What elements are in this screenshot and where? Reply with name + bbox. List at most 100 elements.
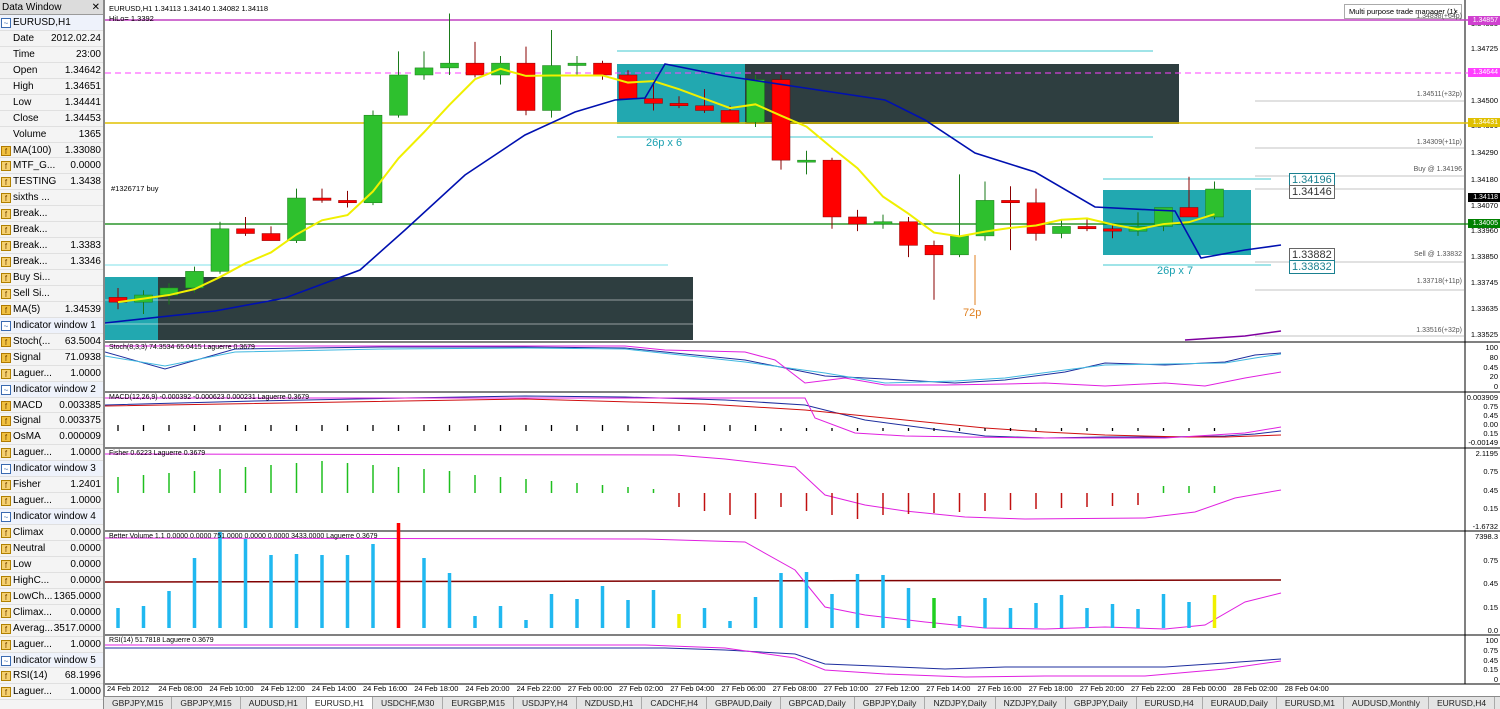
row-name: Sell Si...: [13, 287, 50, 299]
row-name: High: [13, 80, 34, 92]
candle-body: [695, 105, 714, 111]
row-name: Indicator window 1: [13, 319, 96, 331]
chart-tab[interactable]: NZDJPY,Daily: [925, 697, 996, 709]
row-value: 1.3383: [70, 240, 101, 252]
chart-tab[interactable]: AUDUSD,H1: [241, 697, 307, 709]
pane-axis-tick: 0: [1493, 382, 1498, 391]
custom-indicator-icon: f: [1, 687, 11, 698]
function-icon: f: [1, 416, 11, 427]
data-window-row: Volume 1365: [0, 127, 103, 143]
data-window-row: f Break...: [0, 206, 103, 223]
pane-axis-tick: 0.75: [1483, 467, 1498, 477]
chart-tab[interactable]: GBPJPY,Daily: [855, 697, 926, 709]
chart-tab[interactable]: EURUSD,H1: [306, 697, 373, 709]
row-value: 0.0000: [70, 606, 101, 618]
candle-body: [440, 62, 459, 69]
data-window-row: Time 23:00: [0, 47, 103, 63]
chart-tab[interactable]: EURGBP,M15: [443, 697, 515, 709]
candle-body: [414, 67, 434, 76]
candle-body: [567, 62, 587, 66]
row-value: 2012.02.24: [50, 32, 101, 44]
time-axis-tick: 27 Feb 22:00: [1131, 684, 1176, 693]
time-axis-tick: 27 Feb 00:00: [567, 684, 612, 693]
row-name: HighC...: [13, 574, 50, 586]
row-value: 63.5004: [64, 335, 101, 347]
custom-indicator-icon: f: [1, 241, 11, 252]
pane-axis-tick: 0.45: [1483, 411, 1498, 420]
row-name: Fisher: [13, 479, 41, 491]
chart-tab[interactable]: USDJPY,H4: [514, 697, 577, 709]
custom-indicator-icon: f: [1, 623, 11, 634]
candle-body: [746, 79, 765, 123]
candle-body: [261, 233, 281, 241]
row-name: Indicator window 5: [13, 654, 96, 666]
data-window-row: f OsMA 0.000009: [0, 429, 103, 446]
data-window-row: f Fisher 1.2401: [0, 477, 103, 494]
candle-body: [1205, 188, 1224, 218]
custom-indicator-icon: f: [1, 193, 11, 204]
data-window-row: f LowCh... 1365.0000: [0, 589, 103, 605]
chart-tab[interactable]: NZDJPY,Daily: [996, 697, 1066, 709]
pane-axis-tick: 0.45: [1483, 655, 1498, 665]
level-label: 1.33516(+32p): [1416, 327, 1462, 334]
box-1-label: 26p x 6: [646, 137, 683, 149]
time-axis-tick: 28 Feb 04:00: [1284, 684, 1329, 693]
chart-tab[interactable]: GBPJPY,M15: [104, 697, 173, 709]
pane-label: Fisher 0.6223 Laguerre 0.3679: [109, 450, 206, 457]
candle-body: [1077, 226, 1097, 230]
chart-tab[interactable]: GBPJPY,M15: [172, 697, 241, 709]
row-value: 0.003375: [59, 415, 101, 427]
row-name: EURUSD,H1: [13, 17, 71, 28]
row-value: 1.34642: [64, 64, 101, 76]
chart-tab[interactable]: EURUSD,H4: [1137, 697, 1203, 709]
data-window-row: ~ Indicator window 3: [0, 461, 103, 478]
row-name: OsMA: [13, 431, 41, 443]
chart-tab[interactable]: GBPCAD,Daily: [781, 697, 855, 709]
mt4-terminal: Data Window ✕ ~ EURUSD,H1 Date 2012.02.24 Ti…: [0, 0, 1500, 709]
candle-body: [1001, 200, 1020, 204]
chart-tab[interactable]: USDCHF,M30: [373, 697, 444, 709]
pane-axis-tick: 7398.3: [1475, 532, 1498, 541]
data-window-title-text: Data Window: [2, 2, 62, 13]
row-name: Low: [13, 96, 32, 108]
chart-tab[interactable]: CADCHF,H4: [642, 697, 708, 709]
data-window-row: f RSI(14) 68.1996: [0, 668, 103, 685]
time-axis-tick: 24 Feb 12:00: [260, 684, 305, 693]
chart-tab[interactable]: NZDUSD,H1: [577, 697, 643, 709]
chart-tab[interactable]: EURUSD,H4: [1429, 697, 1496, 709]
window-icon: ~: [1, 464, 11, 475]
row-value: 1.0000: [70, 686, 101, 698]
chart-tab[interactable]: GBPJPY,Daily: [1066, 697, 1137, 709]
data-window-row: f MTF_G... 0.0000: [0, 158, 103, 175]
row-name: Stoch(...: [13, 335, 51, 347]
candle-body: [618, 74, 638, 99]
chart-tab[interactable]: AUDUSD,Monthly: [1344, 697, 1429, 709]
level-label: 1.34309(+11p): [1416, 139, 1462, 146]
pane-axis-tick: 0.75: [1483, 555, 1498, 565]
price-chart[interactable]: EURUSD,H1 1.34113 1.34140 1.34082 1.3411…: [104, 0, 1500, 696]
row-value: 1.0000: [70, 638, 101, 650]
box-2-label: 26p x 7: [1157, 265, 1194, 277]
custom-indicator-icon: f: [1, 177, 11, 188]
row-name: MTF_G...: [13, 160, 56, 172]
data-window-row: f Stoch(... 63.5004: [0, 334, 103, 350]
data-window-row: f Laguer... 1.0000: [0, 637, 103, 653]
chart-tab[interactable]: EURUSD,M1: [1277, 697, 1344, 709]
chart-canvas[interactable]: [105, 0, 1500, 696]
candle-body: [1103, 228, 1122, 232]
chart-tab[interactable]: EURAUD,Daily: [1203, 697, 1277, 709]
data-window-rows: ~ EURUSD,H1 Date 2012.02.24 Time 23:00 Open 1.3…: [0, 15, 103, 701]
close-icon[interactable]: ✕: [92, 0, 100, 15]
data-window-row: f Laguer... 1.0000: [0, 445, 103, 462]
candle-body: [1179, 207, 1199, 218]
data-window-row: ~ Indicator window 1: [0, 317, 103, 334]
data-window-row: Low 1.34441: [0, 95, 103, 111]
row-name: Break...: [13, 224, 48, 236]
pane-label: MACD(12,26,9) -0.000392 -0.000623 0.0002…: [109, 394, 310, 401]
data-window-row: f MA(100) 1.33080: [0, 143, 103, 159]
row-name: Close: [13, 112, 39, 124]
chart-tab[interactable]: GBPAUD,Daily: [707, 697, 781, 709]
chart-tab[interactable]: USDC: [1495, 697, 1500, 709]
time-axis-tick: 27 Feb 10:00: [823, 684, 868, 693]
time-axis-tick: 24 Feb 08:00: [158, 684, 203, 693]
